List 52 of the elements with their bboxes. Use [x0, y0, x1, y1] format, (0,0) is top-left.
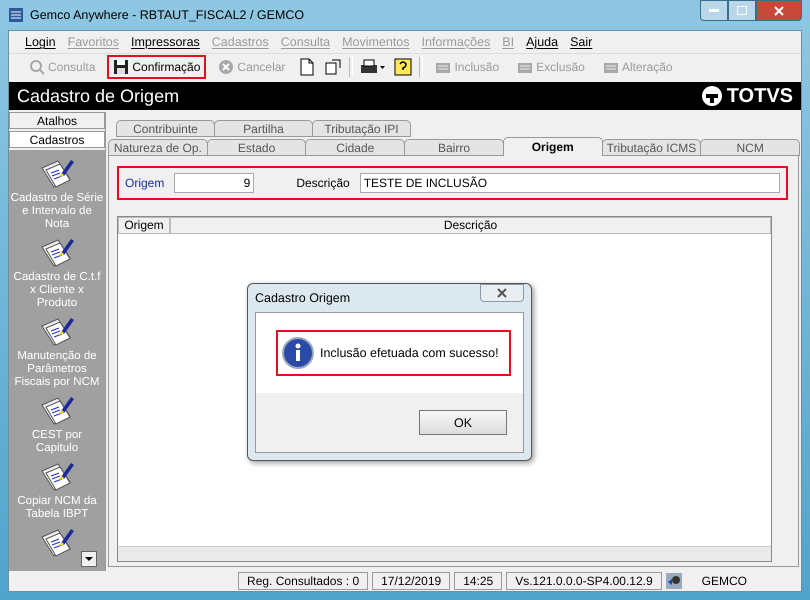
maximize-button[interactable] [728, 0, 756, 21]
close-icon [774, 6, 784, 16]
menu-item[interactable]: Ajuda [526, 35, 558, 49]
tab[interactable]: NCM [700, 139, 800, 156]
menu-item[interactable]: Sair [570, 35, 592, 49]
horizontal-scrollbar[interactable] [118, 546, 771, 561]
field-label: Descrição [296, 176, 350, 190]
tab[interactable]: Partilha [214, 120, 313, 137]
close-button[interactable] [480, 284, 524, 302]
column-header[interactable]: Origem [118, 217, 170, 234]
minimize-icon [709, 8, 719, 12]
maximize-icon [737, 6, 747, 15]
tab[interactable]: Cidade [305, 139, 406, 156]
ok-button[interactable]: OK [419, 410, 507, 435]
minimize-button[interactable] [700, 0, 728, 21]
status-cell: Vs.121.0.0.0-SP4.00.12.9 [506, 572, 662, 590]
help-icon[interactable] [393, 56, 414, 78]
close-button[interactable] [756, 0, 802, 21]
origem-field[interactable]: 9 [174, 173, 254, 193]
descricao-field[interactable]: TESTE DE INCLUSÃO [360, 173, 780, 193]
dialog-title: Cadastro Origem [255, 291, 350, 305]
toolbar-button[interactable]: Confirmação [107, 55, 206, 79]
page-title: Cadastro de Origem [17, 86, 180, 106]
tab[interactable]: Tributação IPI [312, 120, 411, 137]
tab[interactable]: Contribuinte [116, 120, 215, 137]
status-cell: Reg. Consultados : 0 [238, 572, 368, 590]
menu-item[interactable]: Impressoras [131, 35, 200, 49]
cancel-icon [218, 59, 234, 75]
sidebar-group-button[interactable]: Cadastros [9, 131, 105, 148]
tab[interactable]: Origem [502, 137, 603, 156]
document-icon [298, 58, 316, 76]
app-icon [8, 7, 24, 23]
dialog-message: Inclusão efetuada com sucesso! [320, 346, 499, 360]
user-icon [666, 573, 682, 589]
column-header[interactable]: Descrição [170, 217, 771, 234]
menu-item[interactable]: Login [25, 35, 56, 49]
scroll-down-button[interactable] [81, 551, 97, 567]
status-text: GEMCO [700, 574, 748, 588]
close-icon [497, 288, 507, 298]
tab[interactable]: Tributação ICMS [602, 139, 702, 156]
search-icon [29, 59, 45, 75]
logo-text: TOTVS [726, 84, 793, 108]
window-title: Gemco Anywhere - RBTAUT_FISCAL2 / GEMCO [30, 8, 306, 22]
tab[interactable]: Estado [206, 139, 306, 156]
status-cell: 14:25 [454, 572, 502, 590]
tab[interactable]: Natureza de Op. [108, 139, 208, 156]
logo-icon [700, 85, 723, 107]
status-cell: 17/12/2019 [372, 572, 450, 590]
info-icon [282, 337, 314, 369]
field-label: Origem [125, 176, 164, 190]
sidebar-group-button[interactable]: Atalhos [9, 112, 105, 129]
tab[interactable]: Bairro [404, 139, 504, 156]
